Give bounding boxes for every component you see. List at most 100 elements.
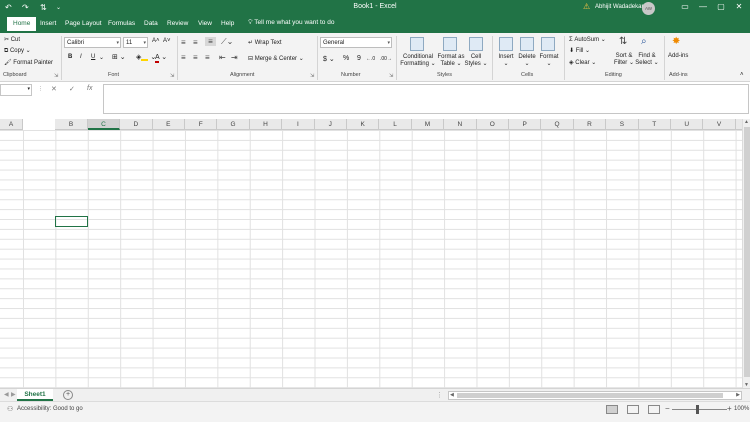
- column-header-o[interactable]: O: [476, 119, 509, 130]
- font-launcher-icon[interactable]: ⇲: [170, 73, 174, 79]
- cell-styles-button[interactable]: Cell Styles ⌄: [464, 54, 488, 68]
- add-sheet-button[interactable]: +: [63, 390, 73, 400]
- tab-formulas[interactable]: Formulas: [108, 20, 135, 27]
- column-header-n[interactable]: N: [444, 119, 477, 130]
- collapse-ribbon-icon[interactable]: ˄: [740, 72, 744, 78]
- worksheet-grid[interactable]: ABCDEFGHIJKLMNOPQRSTUVW: [0, 119, 750, 388]
- increase-decimal-button[interactable]: ←.0: [366, 56, 375, 62]
- delete-cells-button[interactable]: Delete ⌄: [517, 54, 537, 67]
- maximize-button[interactable]: ▢: [714, 2, 728, 11]
- font-size-select[interactable]: 11 ▾: [123, 37, 148, 48]
- insert-function-icon[interactable]: fx: [87, 85, 92, 92]
- column-header-k[interactable]: K: [347, 119, 380, 130]
- column-header-s[interactable]: S: [606, 119, 639, 130]
- sheet-next-icon[interactable]: ▶: [11, 391, 16, 398]
- italic-button[interactable]: I: [80, 54, 82, 60]
- number-launcher-icon[interactable]: ⇲: [389, 73, 393, 79]
- cut-button[interactable]: ✂ Cut: [4, 36, 20, 43]
- horizontal-scrollbar[interactable]: ◀ ▶: [448, 391, 742, 400]
- cancel-icon[interactable]: ✕: [51, 85, 57, 93]
- format-cells-button[interactable]: Format ⌄: [538, 54, 560, 67]
- tab-review[interactable]: Review: [167, 20, 188, 27]
- bold-button[interactable]: B: [68, 54, 72, 60]
- avatar[interactable]: AW: [642, 2, 655, 15]
- tab-help[interactable]: Help: [221, 20, 234, 27]
- grow-font-button[interactable]: A˄: [152, 38, 160, 44]
- zoom-level[interactable]: 100%: [734, 406, 749, 412]
- comma-button[interactable]: 9: [357, 55, 361, 62]
- sort-filter-button[interactable]: Sort & Filter ⌄: [613, 53, 635, 67]
- decrease-indent-icon[interactable]: ⇤: [219, 53, 226, 62]
- user-name[interactable]: Abhijit Wadadekar: [595, 4, 643, 10]
- tab-view[interactable]: View: [198, 20, 212, 27]
- number-format-select[interactable]: General ▾: [320, 37, 392, 48]
- increase-indent-icon[interactable]: ⇥: [231, 53, 238, 62]
- autosum-button[interactable]: Σ AutoSum ⌄: [569, 36, 606, 43]
- percent-button[interactable]: %: [343, 55, 349, 62]
- horizontal-scroll-thumb[interactable]: [457, 393, 723, 398]
- column-header-p[interactable]: P: [509, 119, 542, 130]
- tab-home[interactable]: Home: [7, 17, 37, 33]
- scroll-right-icon[interactable]: ▶: [736, 392, 740, 398]
- warning-icon[interactable]: ⚠: [583, 2, 590, 11]
- format-as-table-button[interactable]: Format as Table ⌄: [436, 54, 466, 68]
- zoom-slider-knob[interactable]: [696, 405, 699, 414]
- addins-button[interactable]: Add-ins: [668, 53, 688, 59]
- ribbon-display-icon[interactable]: ▭: [678, 2, 692, 11]
- align-right-icon[interactable]: ≡: [205, 53, 210, 62]
- column-header-r[interactable]: R: [573, 119, 607, 130]
- zoom-out-icon[interactable]: −: [665, 404, 670, 413]
- vertical-scroll-thumb[interactable]: [744, 127, 750, 377]
- formula-input[interactable]: [103, 84, 749, 114]
- column-header-j[interactable]: J: [314, 119, 347, 130]
- align-center-icon[interactable]: ≡: [193, 53, 198, 62]
- zoom-in-icon[interactable]: +: [727, 404, 732, 413]
- active-cell[interactable]: [55, 216, 88, 227]
- borders-icon[interactable]: ⊞ ⌄: [112, 53, 126, 61]
- accessibility-icon[interactable]: ⚇: [7, 405, 13, 413]
- copy-button[interactable]: ⧉ Copy ⌄: [4, 47, 31, 55]
- alignment-launcher-icon[interactable]: ⇲: [310, 73, 314, 79]
- fill-color-icon[interactable]: ◈ ⌄: [136, 53, 156, 61]
- column-header-m[interactable]: M: [411, 119, 445, 130]
- shrink-font-button[interactable]: A˅: [163, 38, 171, 44]
- wrap-text-button[interactable]: ↵ Wrap Text: [248, 39, 282, 46]
- zoom-slider[interactable]: [672, 409, 727, 410]
- decrease-decimal-button[interactable]: .00→: [380, 56, 392, 62]
- scroll-left-icon[interactable]: ◀: [450, 392, 454, 398]
- name-box[interactable]: ▾: [0, 84, 32, 96]
- chevron-down-icon[interactable]: ⌄: [99, 54, 104, 61]
- column-header-q[interactable]: Q: [541, 119, 574, 130]
- underline-button[interactable]: U: [91, 54, 95, 60]
- column-header-v[interactable]: V: [703, 119, 736, 130]
- fill-button[interactable]: ⬇ Fill ⌄: [569, 47, 590, 54]
- currency-button[interactable]: $ ⌄: [323, 55, 335, 63]
- tab-page-layout[interactable]: Page Layout: [65, 20, 102, 27]
- splitter-icon[interactable]: ⋮: [436, 391, 443, 399]
- minimize-button[interactable]: —: [696, 2, 710, 11]
- column-header-h[interactable]: H: [249, 119, 283, 130]
- column-header-u[interactable]: U: [671, 119, 704, 130]
- accessibility-status[interactable]: Accessibility: Good to go: [17, 406, 83, 412]
- sheet-prev-icon[interactable]: ◀: [4, 391, 9, 398]
- tell-me-search[interactable]: 💡︎ Tell me what you want to do: [248, 19, 334, 27]
- scroll-up-icon[interactable]: ▲: [744, 119, 749, 125]
- merge-center-button[interactable]: ⊟ Merge & Center ⌄: [248, 55, 304, 62]
- normal-view-icon[interactable]: [606, 405, 618, 414]
- align-bottom-icon[interactable]: ≡: [205, 37, 216, 46]
- sheet-tab-sheet1[interactable]: Sheet1: [17, 389, 53, 401]
- clear-button[interactable]: ◈ Clear ⌄: [569, 59, 596, 66]
- page-layout-view-icon[interactable]: [627, 405, 639, 414]
- font-color-button[interactable]: A ⌄: [155, 53, 167, 63]
- enter-icon[interactable]: ✓: [69, 85, 75, 93]
- column-header-l[interactable]: L: [379, 119, 412, 130]
- column-header-i[interactable]: I: [282, 119, 315, 130]
- page-break-view-icon[interactable]: [648, 405, 660, 414]
- tab-insert[interactable]: Insert: [40, 20, 56, 27]
- insert-cells-button[interactable]: Insert ⌄: [497, 54, 515, 67]
- font-family-select[interactable]: Calibri ▾: [64, 37, 121, 48]
- column-header-c[interactable]: C: [87, 119, 121, 130]
- tab-data[interactable]: Data: [144, 20, 158, 27]
- align-top-icon[interactable]: ≡: [181, 38, 186, 47]
- cells-area[interactable]: [0, 130, 742, 388]
